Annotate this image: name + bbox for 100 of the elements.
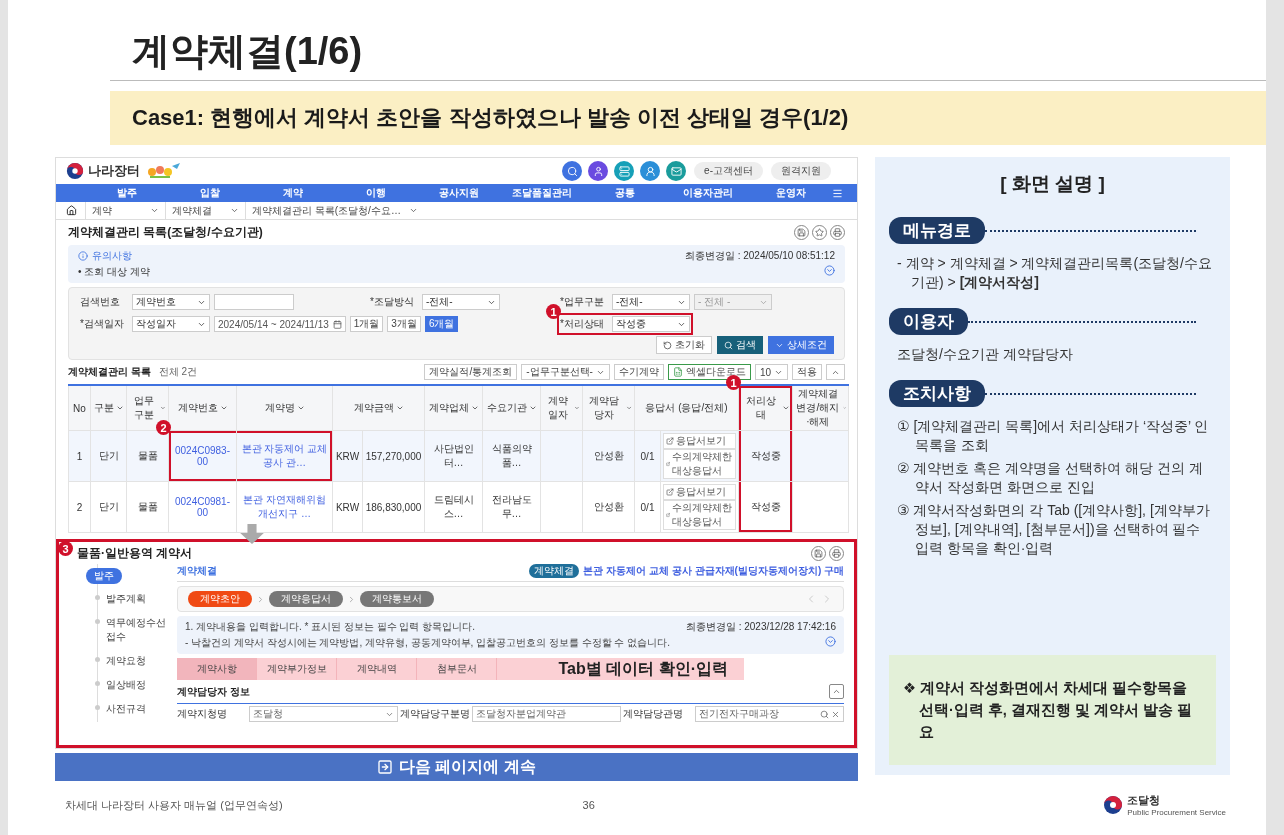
filter-icon[interactable] [395,404,404,412]
input-field[interactable] [214,294,294,310]
tab[interactable]: 계약부가정보 [257,658,337,680]
menu-icon[interactable] [832,187,843,199]
link-button[interactable]: 수의계약체한 대상응답서 [663,500,736,530]
user-button[interactable] [588,161,609,181]
select-field[interactable]: 작성일자 [132,316,210,332]
search-button[interactable] [562,161,583,181]
save-button[interactable] [811,546,826,561]
select-field[interactable]: -업무구분선택- [521,364,610,380]
nav-item[interactable]: 발주 [86,186,169,200]
server-button[interactable] [614,161,635,181]
step-dot [95,595,100,600]
breadcrumb-item[interactable]: 계약체결관리 목록(조달청/수요… [245,202,424,219]
table-cell: 157,270,000 [365,450,422,462]
column-header: 응답서 (응답/전체) [645,401,728,415]
filter-icon[interactable] [296,404,305,412]
table-cell-text: 물품 [136,500,159,514]
link-button[interactable]: 수의계약체한 대상응답서 [663,449,736,479]
filter-icon[interactable] [625,404,632,412]
breadcrumb-item[interactable]: 계약체결 [165,202,245,219]
chevron-down-icon [408,206,418,215]
breadcrumb-item[interactable]: 계약 [85,202,165,219]
column-header: 계약명 [264,401,295,415]
nav-item[interactable]: 운영자 [749,186,832,200]
select-field[interactable]: 10 [754,364,788,380]
emblem-icon [66,162,84,180]
select-field[interactable]: -전체- [612,294,690,310]
search-button[interactable]: 검색 [717,336,763,354]
link-button[interactable]: 응답서보기 [663,484,736,500]
toolbar-button[interactable]: 적용 [792,364,822,380]
nav-item[interactable]: 이행 [334,186,418,200]
tab[interactable]: 계약내역 [337,658,417,680]
print-button[interactable] [829,546,844,561]
search-icon [724,340,733,350]
collapse-button[interactable] [829,684,844,699]
period-button[interactable]: 3개월 [387,316,421,332]
search-field[interactable]: 전기전자구매과장 [695,706,844,722]
column-header: 처리상태 [744,394,777,422]
detail-button[interactable]: 상세조건 [768,336,834,354]
page-number: 36 [582,799,595,811]
input-field[interactable]: 조달청자분업계약관 [472,706,621,722]
action-item: ③ 계약서작성화면의 각 Tab ([계약사항], [계약부가정보], [계약내역], [첨부문서])을 선택하여 필수 입력 항목을 확인·입력 [897,501,1211,558]
tab[interactable]: 계약사항 [177,658,257,680]
toolbar-button[interactable]: 수기계약 [613,364,664,380]
page-title: 계약체결관리 목록(조달청/수요기관) [68,224,263,241]
progress-step[interactable]: 계약초안 [188,591,252,607]
expand-icon[interactable] [825,636,836,647]
select-field[interactable]: 계약번호 [132,294,210,310]
filter-icon[interactable] [160,404,166,412]
search-icon[interactable] [820,709,829,719]
section-title: 계약담당자 정보 [177,684,250,699]
chevron-up-icon [832,687,841,696]
nav-item[interactable]: 조달품질관리 [500,186,584,200]
filter-icon[interactable] [782,404,790,412]
save-button[interactable] [794,225,809,240]
notice-title: 유의사항 [92,249,132,263]
section-label: 조치사항 [889,380,985,407]
step-item[interactable]: 사전규격 [106,702,146,716]
nav-item[interactable]: 공사지원 [417,186,501,200]
step-item[interactable]: 계약요청 [106,654,146,668]
clear-icon[interactable] [831,709,840,719]
filter-icon[interactable] [574,404,580,412]
progress-step[interactable]: 계약통보서 [360,591,434,607]
header-button[interactable]: e-고객센터 [694,162,763,180]
table-cell: KRW [335,501,360,513]
nav-item[interactable]: 입찰 [168,186,252,200]
period-button[interactable]: 6개월 [424,316,459,332]
period-button[interactable]: 1개월 [349,316,384,332]
header-button[interactable]: 원격지원 [771,162,831,180]
user-text: 조달청/수요기관 계약담당자 [897,345,1074,364]
filter-icon[interactable] [115,404,124,412]
nav-item[interactable]: 공통 [583,186,667,200]
chevron-down-icon [230,206,239,215]
nav-item[interactable]: 이용자관리 [666,186,750,200]
info-text: - 낙찰건의 계약서 작성시에는 계약방법, 계약유형, 공동계약여부, 입찰공고번호의 정보를 수정할 수 없습니다. [185,636,671,650]
favorite-button[interactable] [812,225,827,240]
step-group-pill[interactable]: 발주 [86,568,122,584]
filter-icon[interactable] [528,404,537,412]
person-button[interactable] [640,161,661,181]
home-icon[interactable] [66,205,77,216]
nav-item[interactable]: 계약 [251,186,335,200]
mail-button[interactable] [666,161,687,181]
select-field[interactable]: -전체- [422,294,500,310]
step-item[interactable]: 역무예정수선접수 [106,616,169,644]
filter-icon[interactable] [219,404,228,412]
filter-icon[interactable] [470,404,479,412]
date-range-field[interactable]: 2024/05/14 ~ 2024/11/13 [214,316,346,332]
excel-download-button[interactable]: 엑셀다운로드 [667,364,751,380]
reset-button[interactable]: 초기화 [656,336,712,354]
select-field[interactable]: 조달청 [249,706,398,722]
link-button[interactable]: 응답서보기 [663,433,736,449]
expand-icon[interactable] [824,265,835,276]
tab[interactable]: 첨부문서 [417,658,497,680]
step-item[interactable]: 발주계획 [106,592,146,606]
toolbar-button[interactable]: 계약실적/통계조회 [424,364,518,380]
progress-step[interactable]: 계약응답서 [269,591,343,607]
step-item[interactable]: 일상배정 [106,678,146,692]
print-button[interactable] [830,225,845,240]
select-field[interactable]: 작성중 [612,316,690,332]
